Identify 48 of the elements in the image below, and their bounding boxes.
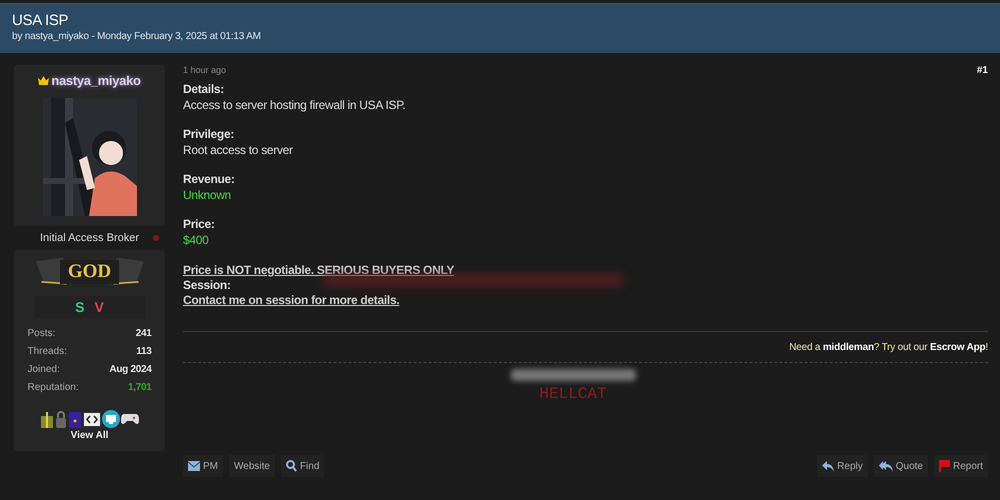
field-value: Access to server hosting firewall in USA ISP. (183, 98, 406, 112)
search-icon (286, 460, 297, 472)
username-link[interactable]: nastya_miyako (51, 73, 141, 88)
stat-label: Joined: (28, 364, 60, 374)
stat-label: Threads: (28, 346, 67, 356)
stat-value: 113 (136, 346, 152, 356)
reply-icon (822, 460, 834, 472)
code-icon (83, 410, 101, 428)
thread-title: USA ISP (12, 12, 70, 29)
view-all-link[interactable]: View All (70, 430, 108, 441)
field-label: Privilege: (183, 127, 236, 141)
thread-byline: by nastya_miyako - Monday February 3, 2025 at 01:13 AM (12, 31, 262, 42)
stat-value: Aug 2024 (109, 364, 152, 374)
signature-text: HELLCAT (539, 385, 607, 403)
stat-label: Reputation: (28, 382, 79, 392)
gamepad-icon (121, 412, 139, 426)
post-number-link[interactable]: #1 (976, 65, 988, 76)
gift-icon (40, 410, 54, 428)
stat-value: 1,701 (128, 382, 152, 392)
post-action-button[interactable]: PM (183, 455, 223, 477)
mail-icon (188, 461, 200, 471)
post-action-button[interactable]: Report (934, 455, 988, 477)
field-label: Revenue: (183, 172, 236, 186)
post-time: 1 hour ago (183, 65, 226, 76)
stat-value: 241 (136, 328, 152, 338)
monitor-icon (102, 410, 120, 428)
post-action-button[interactable]: Find (280, 455, 324, 477)
escrow-notice: Need a middleman? Try out our Escrow App! (788, 342, 988, 353)
badge-letter: S (75, 299, 84, 315)
field-label: Details: (183, 82, 225, 96)
field-value: Root access to server (183, 143, 294, 157)
post-action-button[interactable]: Reply (817, 455, 868, 477)
field-value: $400 (183, 233, 210, 247)
badge-letter: V (94, 299, 104, 315)
notice-text: Price is NOT negotiable. SERIOUS BUYERS ONLY (183, 263, 454, 278)
contact-text: Contact me on session for more details. (183, 293, 400, 308)
box-icon (68, 410, 82, 428)
flag-icon (938, 460, 950, 472)
crown-icon (38, 76, 50, 85)
field-value: Unknown (183, 188, 232, 202)
double-reply-icon (878, 460, 893, 472)
post-action-button[interactable]: Quote (874, 455, 928, 477)
field-label: Session: (183, 278, 231, 293)
stat-label: Posts: (28, 328, 56, 338)
field-label: Price: (183, 217, 216, 231)
user-title: Initial Access Broker (40, 232, 140, 244)
padlock-icon (55, 410, 67, 428)
post-action-button[interactable]: Website (229, 455, 275, 477)
